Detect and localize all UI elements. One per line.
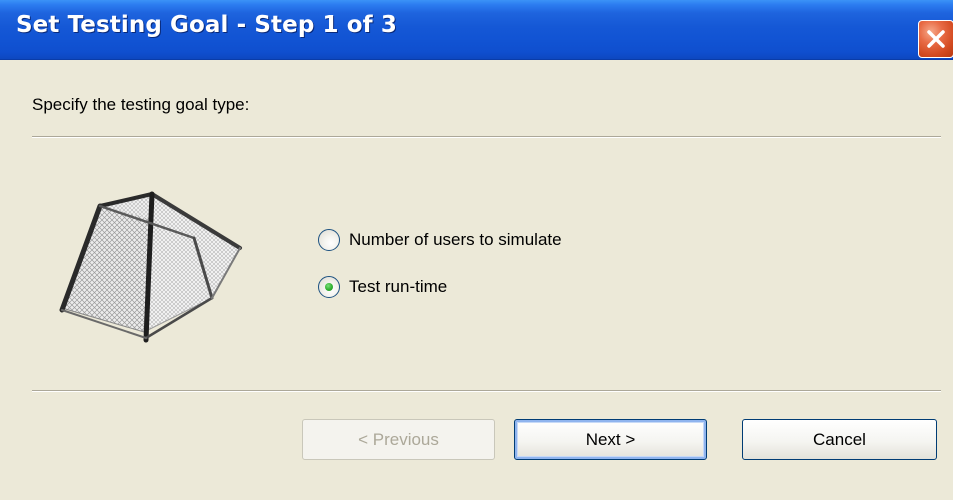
option-number-of-users[interactable]: Number of users to simulate <box>318 229 562 251</box>
next-button[interactable]: Next > <box>514 419 707 460</box>
option-label: Number of users to simulate <box>349 230 562 249</box>
prompt-label: Specify the testing goal type: <box>32 95 250 114</box>
close-icon <box>927 30 945 48</box>
option-test-run-time[interactable]: Test run-time <box>318 276 447 298</box>
title-bar[interactable]: Set Testing Goal - Step 1 of 3 <box>0 0 953 60</box>
radio-test-run-time[interactable] <box>318 276 340 298</box>
previous-button[interactable]: < Previous <box>302 419 495 460</box>
close-button[interactable] <box>918 20 953 58</box>
cancel-button[interactable]: Cancel <box>742 419 937 460</box>
top-separator <box>32 136 941 138</box>
window-title: Set Testing Goal - Step 1 of 3 <box>16 12 397 38</box>
bottom-separator <box>32 390 941 392</box>
option-label: Test run-time <box>349 277 448 296</box>
radio-number-of-users[interactable] <box>318 229 340 251</box>
soccer-goal-icon <box>59 191 242 343</box>
dialog-window: Set Testing Goal - Step 1 of 3 Specify t… <box>0 0 953 500</box>
radio-selected-dot <box>325 283 333 291</box>
